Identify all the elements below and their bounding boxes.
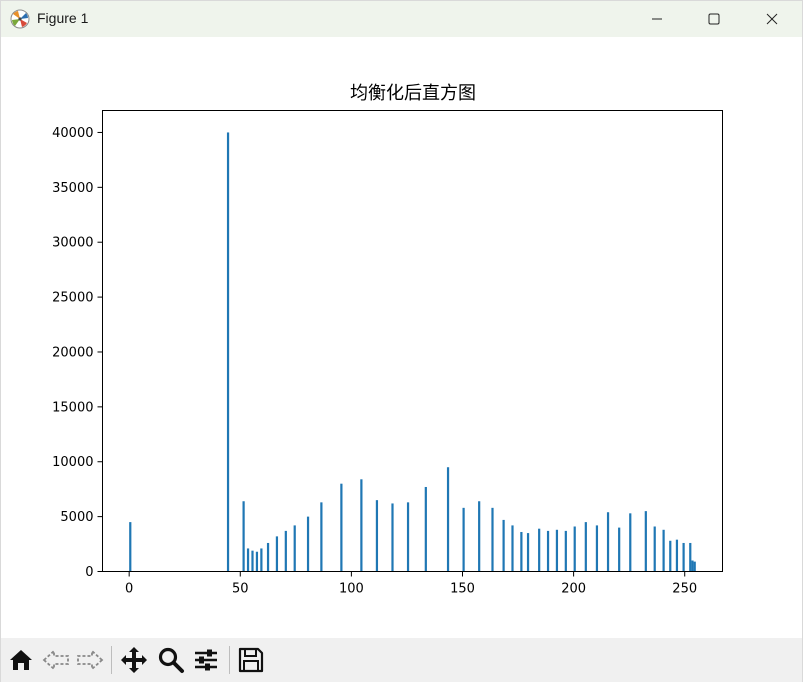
histogram-bar [260,548,263,572]
forward-button[interactable] [75,645,105,675]
histogram-bar [682,542,685,572]
x-tick-label: 200 [561,582,586,597]
matplotlib-icon [10,9,30,29]
histogram-bar [693,561,696,572]
maximize-button[interactable] [685,1,743,37]
x-tick-label: 100 [339,582,364,597]
pan-button[interactable] [119,645,149,675]
chart-title: 均衡化后直方图 [350,83,476,104]
minimize-icon [651,13,663,25]
y-tick-label: 10000 [52,455,93,470]
histogram-bar [644,511,647,572]
histogram-bar [129,522,132,572]
y-tick-label: 20000 [52,345,93,360]
zoom-icon [157,646,185,674]
y-tick-label: 0 [85,565,93,580]
histogram-chart: 均衡化后直方图 0 50 100 150 200 250 0 5000 10000 15000 2… [52,83,723,597]
back-icon [42,646,70,674]
minimize-button[interactable] [628,1,686,37]
home-button[interactable] [6,645,36,675]
title-bar[interactable]: Figure 1 [1,1,802,37]
histogram-bar [424,486,427,572]
x-tick-label: 0 [125,582,133,597]
histogram-bar [375,500,379,572]
histogram-bar [251,550,254,572]
histogram-bar [689,542,692,572]
histogram-bar [538,528,541,572]
histogram-bar [669,540,672,572]
navigation-toolbar [1,638,802,682]
zoom-button[interactable] [156,645,186,675]
histogram-bar [391,503,394,572]
histogram-bar [584,522,587,572]
histogram-bar [284,530,287,572]
histogram-bar [320,502,323,572]
close-icon [766,13,778,25]
histogram-bar [242,501,245,572]
y-tick-label: 5000 [60,510,93,525]
save-icon [237,646,265,674]
histogram-bar [691,560,694,572]
histogram-bar [478,501,481,572]
toolbar-separator [111,646,112,674]
y-tick-label: 25000 [52,291,93,306]
axes-frame [102,110,723,572]
histogram-bar [360,479,363,572]
histogram-bar [595,525,599,572]
histogram-bar [675,539,679,572]
figure-window: Figure 1 均衡化后直方图 0 50 100 150 200 250 0 5000 10… [0,0,803,682]
histogram-bar [564,530,567,572]
histogram-bar [306,516,310,572]
x-tick-label: 150 [450,582,475,597]
histogram-bar [406,502,410,572]
histogram-bar [662,529,665,572]
histogram-bar [618,527,621,572]
configure-subplots-icon [192,646,220,674]
forward-icon [76,646,104,674]
maximize-icon [708,13,720,25]
histogram-bar [546,530,550,572]
figure-canvas[interactable]: 均衡化后直方图 0 50 100 150 200 250 0 5000 10000 15000 2… [1,37,802,637]
y-tick-label: 15000 [52,400,93,415]
histogram-bar [606,512,610,572]
histogram-bar [446,467,450,572]
histogram-bar [491,507,494,572]
histogram-bar [293,525,296,572]
y-tick-label: 30000 [52,236,93,251]
histogram-bar [555,529,559,572]
histogram-bar [629,513,632,572]
histogram-bar [246,548,250,572]
histogram-bar [255,551,259,572]
y-axis: 0 5000 10000 15000 20000 25000 30000 35000 40000 [52,126,103,580]
window-title: Figure 1 [37,10,89,26]
y-tick-label: 35000 [52,181,93,196]
histogram-bar [266,542,270,572]
x-tick-label: 250 [672,582,697,597]
bars-group [129,132,696,572]
histogram-bar [526,533,530,572]
histogram-bar [573,526,576,572]
histogram-bar [502,519,505,572]
histogram-bar [275,536,279,572]
home-icon [7,646,35,674]
configure-subplots-button[interactable] [191,645,221,675]
histogram-bar [520,531,523,572]
pan-icon [119,645,149,675]
histogram-bar [462,507,465,572]
histogram-bar [340,483,343,572]
histogram-bar [653,526,656,572]
x-axis: 0 50 100 150 200 250 [125,571,697,597]
close-button[interactable] [743,1,801,37]
histogram-bar [511,525,514,572]
histogram-bar [226,132,230,572]
y-tick-label: 40000 [52,126,93,141]
save-button[interactable] [236,645,266,675]
toolbar-separator [229,646,230,674]
x-tick-label: 50 [232,582,249,597]
back-button[interactable] [41,645,71,675]
